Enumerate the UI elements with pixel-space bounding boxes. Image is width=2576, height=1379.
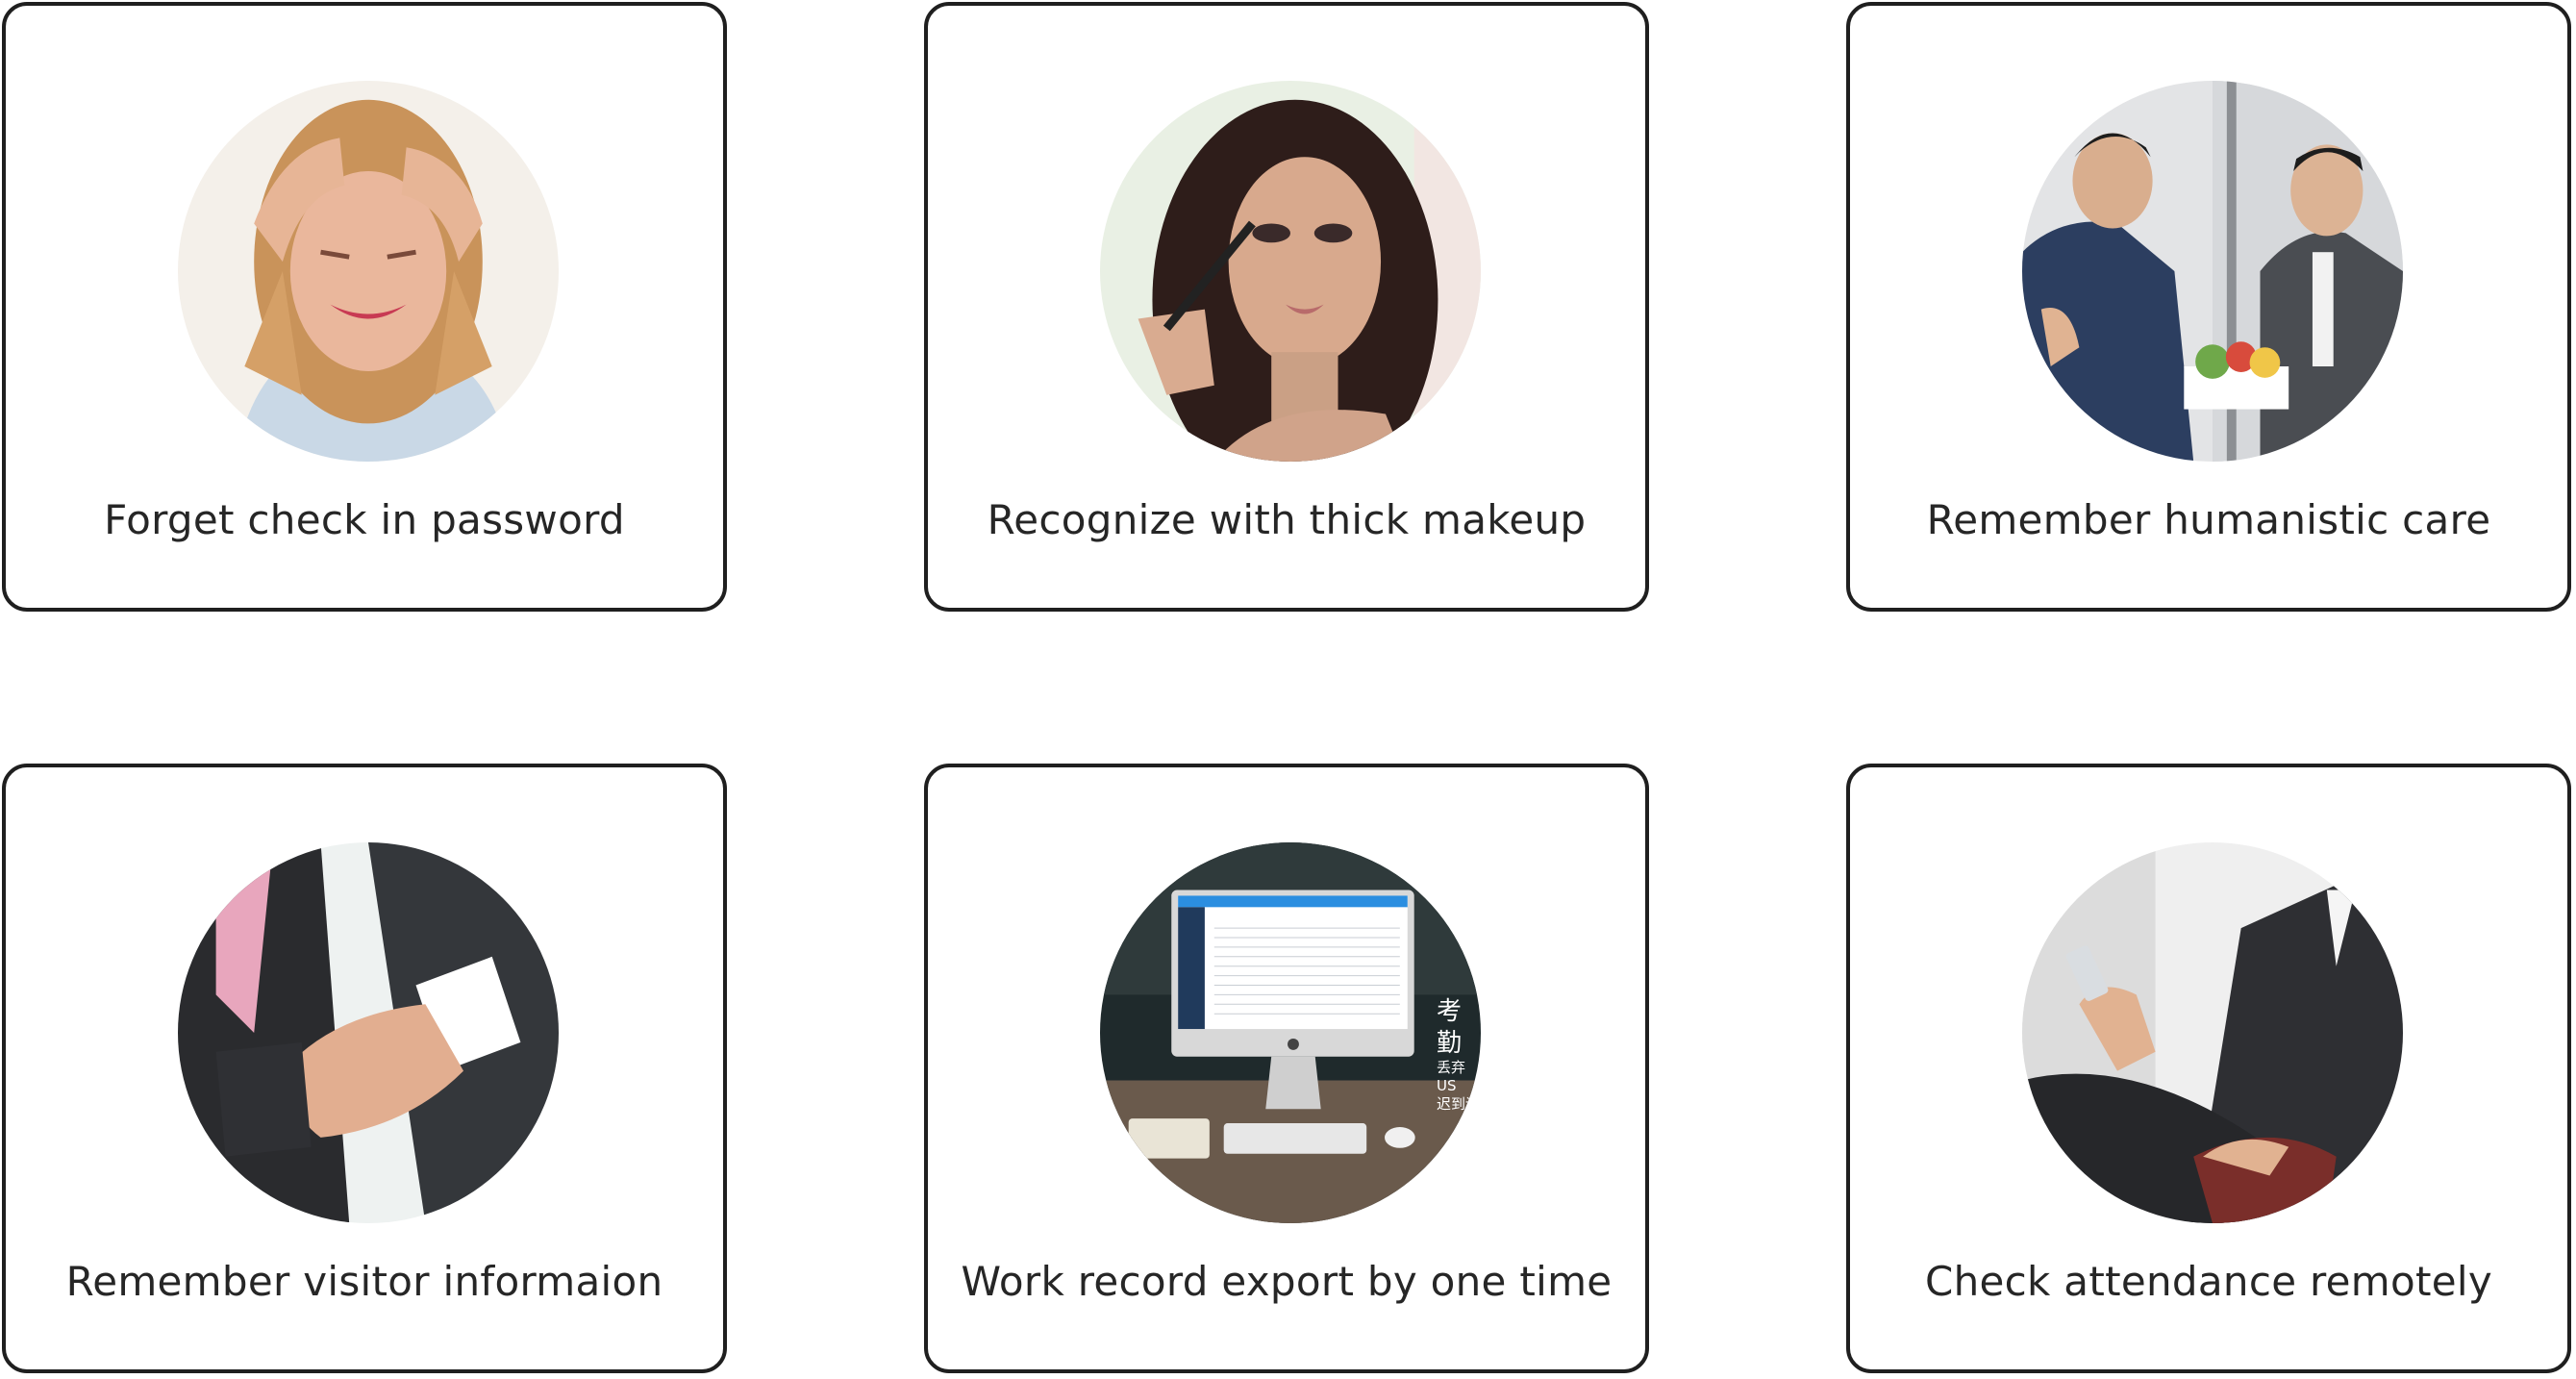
desktop-computer-photo: 考勤 丢弃US 迟到请 — [1100, 842, 1481, 1223]
stressed-woman-photo — [178, 81, 559, 462]
feature-card-visitor-information: Remember visitor informaion — [2, 764, 727, 1373]
feature-card-humanistic-care: Remember humanistic care — [1846, 2, 2571, 612]
feature-card-forget-password: Forget check in password — [2, 2, 727, 612]
woman-applying-makeup-photo — [1100, 81, 1481, 462]
feature-card-remote-attendance: Check attendance remotely — [1846, 764, 2571, 1373]
card-caption: Remember visitor informaion — [65, 1258, 663, 1305]
card-caption: Forget check in password — [104, 496, 625, 543]
card-caption: Remember humanistic care — [1926, 496, 2491, 543]
photo-text-line: 考勤 — [1437, 997, 1463, 1058]
business-handshake-photo — [178, 842, 559, 1223]
photo-text-line: 迟到请 — [1437, 1094, 1481, 1113]
businessman-using-phone-photo — [2022, 842, 2403, 1223]
feature-card-work-record-export: 考勤 丢弃US 迟到请 Work record export by one ti… — [924, 764, 1649, 1373]
photo-text-line: 丢弃US — [1437, 1059, 1466, 1094]
office-gift-presentation-photo — [2022, 81, 2403, 462]
feature-card-thick-makeup: Recognize with thick makeup — [924, 2, 1649, 612]
photo-text-overlay: 考勤 丢弃US 迟到请 — [1437, 996, 1481, 1113]
card-caption: Check attendance remotely — [1924, 1258, 2493, 1305]
card-caption: Recognize with thick makeup — [987, 496, 1587, 543]
card-caption: Work record export by one time — [961, 1258, 1613, 1305]
